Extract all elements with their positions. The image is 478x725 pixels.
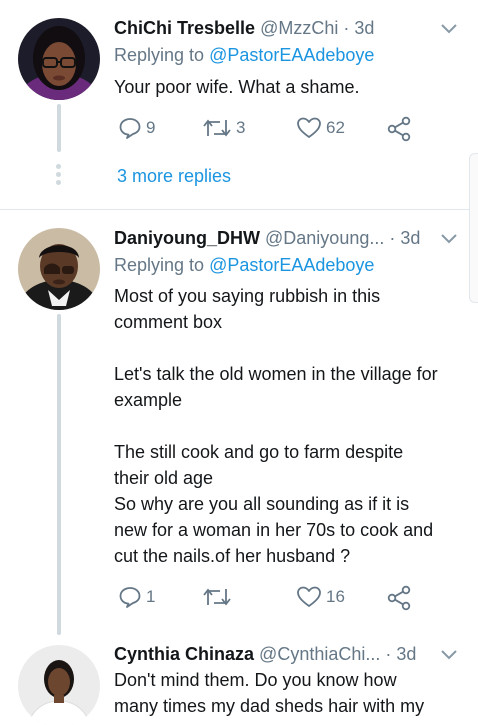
retweet-count: 3 [236, 118, 246, 137]
timestamp[interactable]: 3d [396, 644, 416, 664]
chevron-down-icon[interactable] [440, 23, 458, 35]
tweet-text: Your poor wife. What a shame. [114, 77, 360, 97]
avatar[interactable] [18, 18, 100, 100]
heart-icon [297, 586, 321, 607]
avatar[interactable] [18, 228, 100, 310]
retweet-icon [203, 119, 231, 137]
scrollbar[interactable] [469, 153, 478, 303]
share-button[interactable] [386, 116, 412, 142]
reply-icon [119, 587, 141, 608]
avatar[interactable] [18, 645, 100, 725]
replying-to-label: Replying to [114, 45, 210, 65]
replying-to: Replying to @PastorEAAdeboye [114, 43, 374, 67]
share-icon [387, 116, 411, 142]
share-button[interactable] [386, 585, 412, 611]
like-count: 62 [326, 118, 345, 137]
chevron-down-icon[interactable] [440, 649, 458, 661]
action-bar: 1 16 [114, 585, 414, 611]
heart-icon [297, 117, 321, 138]
display-name[interactable]: Cynthia Chinaza [114, 644, 254, 664]
user-handle[interactable]: @Daniyoung... [265, 228, 384, 248]
separator-dot: · [385, 644, 392, 664]
retweet-icon [203, 588, 231, 606]
tweet-2[interactable]: Daniyoung_DHW @Daniyoung... · 3d Replyin… [0, 210, 478, 635]
reply-button[interactable]: 9 [118, 116, 155, 140]
replying-to: Replying to @PastorEAAdeboye [114, 253, 374, 277]
more-replies-link[interactable]: 3 more replies [117, 164, 231, 188]
like-button[interactable]: 16 [296, 585, 345, 609]
separator-dot: · [343, 18, 350, 38]
like-count: 16 [326, 587, 345, 606]
chevron-down-icon[interactable] [440, 233, 458, 245]
mention-link[interactable]: @PastorEAAdeboye [209, 255, 374, 275]
separator-dot: · [389, 228, 396, 248]
tweet-1[interactable]: ChiChi Tresbelle @MzzChi · 3d Replying t… [0, 0, 478, 210]
action-bar: 9 3 62 [114, 116, 414, 142]
thread-dots [56, 164, 62, 188]
timestamp[interactable]: 3d [400, 228, 420, 248]
retweet-button[interactable]: 3 [202, 116, 245, 140]
like-button[interactable]: 62 [296, 116, 345, 140]
timestamp[interactable]: 3d [354, 18, 374, 38]
retweet-button[interactable] [202, 585, 236, 609]
share-icon [387, 585, 411, 611]
tweet-3[interactable]: Cynthia Chinaza @CynthiaChi... · 3d Don'… [0, 635, 478, 725]
reply-icon [119, 118, 141, 139]
reply-count: 1 [146, 587, 156, 606]
reply-button[interactable]: 1 [118, 585, 155, 609]
tweet-header: Cynthia Chinaza @CynthiaChi... · 3d [114, 642, 416, 666]
display-name[interactable]: Daniyoung_DHW [114, 228, 260, 248]
tweet-header: ChiChi Tresbelle @MzzChi · 3d [114, 16, 374, 40]
tweet-text: Most of you saying rubbish in this comme… [114, 286, 438, 566]
thread-line [57, 314, 61, 635]
user-handle[interactable]: @CynthiaChi... [259, 644, 380, 664]
tweet-header: Daniyoung_DHW @Daniyoung... · 3d [114, 226, 420, 250]
tweet-text: Don't mind them. Do you know how many ti… [114, 670, 425, 716]
replying-to-label: Replying to [114, 255, 210, 275]
mention-link[interactable]: @PastorEAAdeboye [209, 45, 374, 65]
user-handle[interactable]: @MzzChi [260, 18, 338, 38]
display-name[interactable]: ChiChi Tresbelle [114, 18, 255, 38]
reply-count: 9 [146, 118, 156, 137]
thread-line [57, 104, 61, 152]
